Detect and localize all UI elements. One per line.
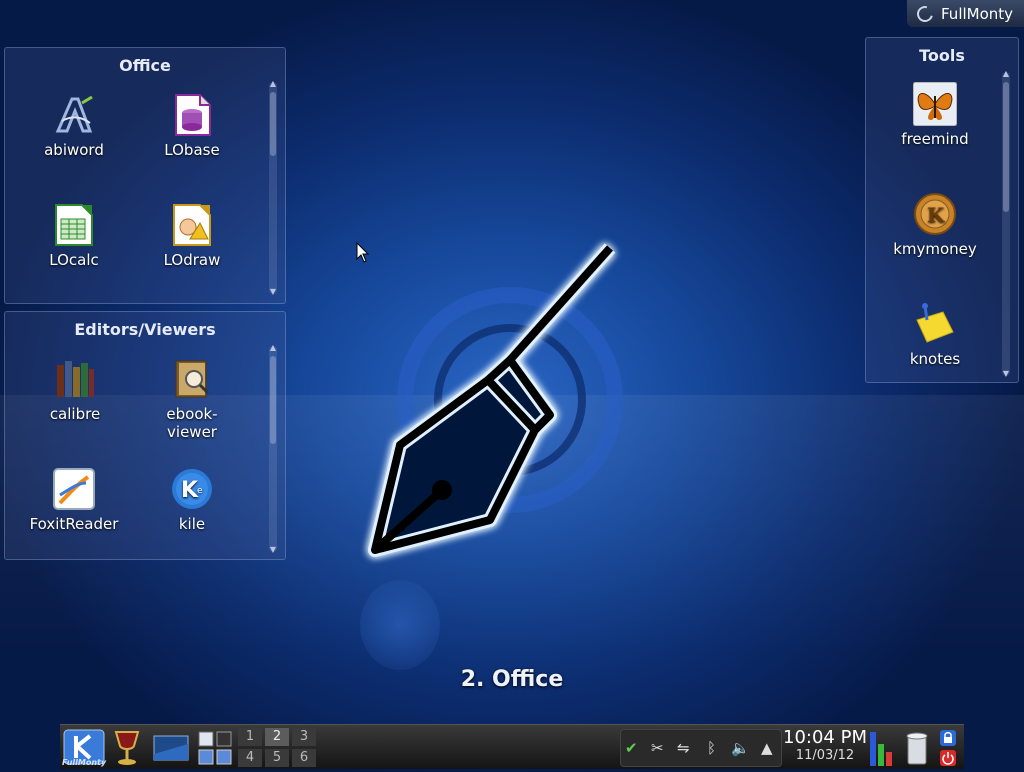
activity-name-label: 2. Office [460,667,564,692]
quick-launch-icons [198,731,232,765]
scroll-down-arrow-icon[interactable]: ▼ [268,288,278,296]
icon-label: kmymoney [893,240,977,258]
desktop-icon-kmymoney[interactable]: K kmymoney [876,192,994,258]
logout-button[interactable] [940,750,956,766]
trash-button[interactable] [902,728,932,768]
scroll-thumb[interactable] [270,356,276,444]
abiword-icon [52,93,96,137]
icon-label: knotes [909,350,961,368]
editors-scrollbar[interactable]: ▲ ▼ [268,344,278,554]
system-monitor-widget[interactable] [868,728,894,768]
icon-label: calibre [49,405,101,423]
checkmark-icon[interactable]: ✔ [625,739,638,757]
icon-label: kile [178,515,206,533]
lock-screen-button[interactable] [940,730,956,746]
clock-date: 11/03/12 [795,748,855,763]
editors-viewers-folder-title: Editors/Viewers [74,320,216,339]
activity-label: FullMonty [941,4,1014,23]
kmenu-label: FullMonty [62,758,107,767]
activity-moon-icon [914,2,936,25]
trash-icon [906,732,928,765]
icon-label: FoxitReader [29,515,119,533]
show-desktop-button[interactable] [152,728,190,768]
desktop-icon-lodraw[interactable]: LOdraw [133,203,251,269]
icon-label: ebook- viewer [166,405,218,441]
scroll-down-arrow-icon[interactable]: ▼ [1001,370,1011,378]
lock-icon [944,732,952,743]
foxit-reader-icon [52,467,96,511]
desktop-icon-knotes[interactable]: knotes [876,302,994,368]
system-monitor-bars-icon [870,732,892,766]
calibre-books-icon [53,357,97,401]
scroll-thumb[interactable] [1003,82,1009,212]
icon-label: abiword [44,141,104,159]
desktop-icon-freemind[interactable]: freemind [876,81,994,148]
desktop-1-button[interactable]: 1 [238,728,262,746]
svg-text:e: e [197,486,203,496]
office-folder-view[interactable]: Office abiword LObase LOcalc LOdraw ▲ ▼ [4,47,286,304]
tools-folder-title: Tools [919,46,965,65]
icon-label: freemind [901,130,969,148]
desktop-4-button[interactable]: 4 [238,749,262,767]
scroll-up-arrow-icon[interactable]: ▲ [268,344,278,352]
icon-label: LOdraw [163,251,221,269]
usb-icon[interactable]: ⇋ [677,739,690,757]
libreoffice-base-icon [170,93,214,137]
libreoffice-calc-icon [52,203,96,247]
clock-time: 10:04 PM [783,727,867,748]
power-icon [942,752,954,765]
icon-label: LOcalc [49,251,99,269]
digital-clock[interactable]: 10:04 PM 11/03/12 [780,727,870,763]
desktop-2-button[interactable]: 2 [265,728,289,746]
tools-folder-view[interactable]: Tools freemind K kmymoney knotes ▲ ▼ [865,37,1019,383]
desktop-5-button[interactable]: 5 [265,749,289,767]
mouse-cursor [356,242,370,263]
scissors-icon[interactable]: ✂ [651,739,664,757]
ebook-viewer-icon [170,357,214,401]
lock-logout-widget [938,728,960,768]
volume-icon[interactable]: 🔈 [731,739,750,757]
libreoffice-draw-icon [170,203,214,247]
scroll-up-arrow-icon[interactable]: ▲ [1001,70,1011,78]
desktop-icon-ebook-viewer[interactable]: ebook- viewer [133,357,251,441]
scroll-thumb[interactable] [270,92,276,156]
office-folder-title: Office [119,56,171,75]
desktop-icon-lobase[interactable]: LObase [133,93,251,159]
wallpaper-pen-graphic [368,243,623,557]
tools-scrollbar[interactable]: ▲ ▼ [1001,70,1011,378]
virtual-desktop-pager[interactable]: 1 2 3 4 5 6 [238,728,318,768]
sticky-note-icon [913,302,957,346]
system-tray: ✔ ✂ ⇋ ᛒ 🔈 ▲ [620,729,782,767]
desktop-icon-abiword[interactable]: abiword [15,93,133,159]
desktop-icon-kile[interactable]: K e kile [133,467,251,533]
kile-icon: K e [170,467,214,511]
desktop-icon-localc[interactable]: LOcalc [15,203,133,269]
editors-viewers-folder-view[interactable]: Editors/Viewers calibre ebook- viewer Fo… [4,311,286,560]
show-desktop-icon [153,735,189,761]
office-scrollbar[interactable]: ▲ ▼ [268,80,278,296]
svg-text:K: K [927,203,945,227]
bluetooth-icon[interactable]: ᛒ [707,739,716,757]
scroll-up-arrow-icon[interactable]: ▲ [268,80,278,88]
goblet-icon [114,731,140,765]
tray-expand-arrow-icon[interactable]: ▲ [761,739,773,757]
desktop-6-button[interactable]: 6 [292,749,316,767]
bottom-panel: FullMonty 1 2 3 4 5 6 ✔ ✂ ⇋ ᛒ 🔈 ▲ 10:04 … [60,724,964,769]
desktop-3-button[interactable]: 3 [292,728,316,746]
kmymoney-coin-icon: K [913,192,957,236]
activity-manager-button[interactable]: FullMonty [907,0,1024,27]
kickoff-menu-button[interactable]: FullMonty [62,728,106,768]
scroll-down-arrow-icon[interactable]: ▼ [268,546,278,554]
desktop-icon-calibre[interactable]: calibre [16,357,134,423]
desktop-icon-foxitreader[interactable]: FoxitReader [15,467,133,533]
goblet-launcher[interactable] [110,728,144,768]
icon-label: LObase [164,141,220,159]
butterfly-icon [912,81,958,127]
quick-launch-grid[interactable] [197,728,235,768]
wallpaper-glow [360,580,440,670]
